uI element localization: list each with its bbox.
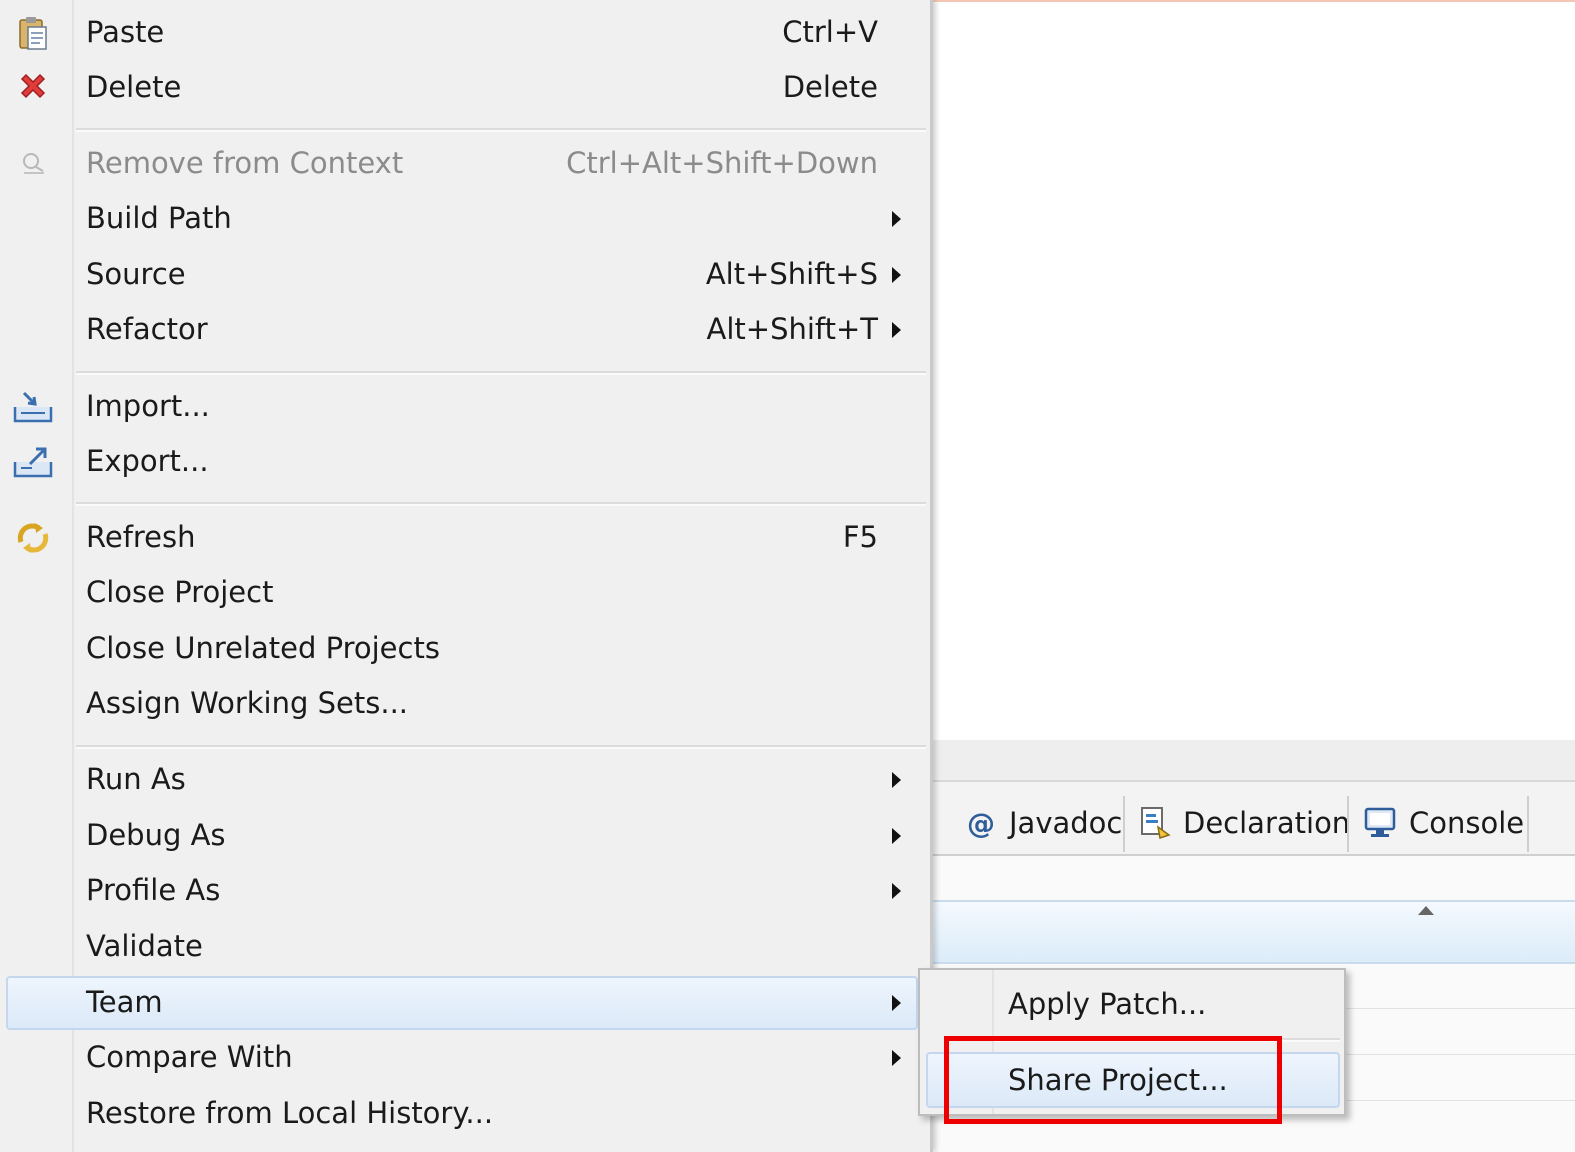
menu-item-label: Export...: [86, 444, 209, 478]
menu-item-shortcut: Alt+Shift+T: [706, 312, 879, 346]
submenu-arrow-icon: [892, 883, 901, 899]
menu-item-shortcut: Delete: [782, 70, 878, 104]
menu-item-delete[interactable]: Delete Delete: [0, 61, 928, 115]
submenu-item-apply-patch[interactable]: Apply Patch...: [926, 976, 1340, 1032]
menu-item-assign-working-sets[interactable]: Assign Working Sets...: [0, 677, 928, 731]
context-menu: Paste Ctrl+V Delete Delete Remove from C…: [0, 0, 933, 1152]
menu-item-profile-as[interactable]: Profile As: [0, 864, 928, 918]
collapse-caret-icon[interactable]: [1418, 906, 1434, 915]
editor-area: [933, 2, 1575, 740]
menu-item-shortcut: Ctrl+Alt+Shift+Down: [566, 146, 878, 180]
menu-item-label: Paste: [86, 15, 165, 49]
submenu-arrow-icon: [892, 995, 901, 1011]
menu-separator: [76, 745, 926, 749]
annotation-highlight-box: [944, 1036, 1282, 1124]
menu-item-run-as[interactable]: Run As: [0, 753, 928, 807]
submenu-arrow-icon: [892, 1050, 901, 1066]
menu-item-restore-from-local-history[interactable]: Restore from Local History...: [0, 1087, 928, 1141]
menu-item-label: Refresh: [86, 520, 196, 554]
view-tab-bar: @ Javadoc Declaration Console: [933, 782, 1575, 856]
menu-item-shortcut: Alt+Shift+S: [705, 257, 878, 291]
menu-item-label: Compare With: [86, 1040, 293, 1074]
table-header-row: [933, 900, 1575, 964]
tab-javadoc[interactable]: @ Javadoc: [963, 794, 1122, 852]
submenu-arrow-icon: [892, 772, 901, 788]
menu-item-shortcut: F5: [842, 520, 878, 554]
menu-item-close-project[interactable]: Close Project: [0, 566, 928, 620]
menu-item-label: Validate: [86, 929, 203, 963]
submenu-arrow-icon: [892, 267, 901, 283]
export-icon: [10, 443, 56, 481]
menu-item-build-path[interactable]: Build Path: [0, 192, 928, 246]
submenu-arrow-icon: [892, 211, 901, 227]
menu-item-label: Close Project: [86, 575, 274, 609]
menu-item-label: Restore from Local History...: [86, 1096, 494, 1130]
pane-sash[interactable]: [933, 740, 1575, 782]
tab-label: Javadoc: [1009, 806, 1123, 840]
menu-item-import[interactable]: Import...: [0, 380, 928, 434]
menu-separator: [76, 371, 926, 375]
tab-label: Declaration: [1183, 806, 1351, 840]
menu-item-label: Remove from Context: [86, 146, 404, 180]
menu-item-remove-from-context: Remove from Context Ctrl+Alt+Shift+Down: [0, 137, 928, 191]
javadoc-icon: @: [967, 806, 995, 840]
tab-divider: [1123, 796, 1125, 852]
menu-item-validate[interactable]: Validate: [0, 920, 928, 974]
delete-icon: [10, 69, 56, 107]
menu-item-label: Assign Working Sets...: [86, 686, 409, 720]
menu-item-label: Close Unrelated Projects: [86, 631, 440, 665]
menu-item-label: Apply Patch...: [1008, 987, 1207, 1021]
menu-item-close-unrelated-projects[interactable]: Close Unrelated Projects: [0, 622, 928, 676]
menu-item-refactor[interactable]: Refactor Alt+Shift+T: [0, 303, 928, 357]
tab-label: Console: [1409, 806, 1525, 840]
menu-item-export[interactable]: Export...: [0, 435, 928, 489]
menu-item-label: Build Path: [86, 201, 232, 235]
menu-item-debug-as[interactable]: Debug As: [0, 809, 928, 863]
menu-item-shortcut: Ctrl+V: [782, 15, 878, 49]
declaration-icon: [1137, 805, 1173, 841]
menu-item-label: Debug As: [86, 818, 226, 852]
menu-separator: [76, 502, 926, 506]
menu-item-team[interactable]: Team: [6, 976, 918, 1030]
menu-item-compare-with[interactable]: Compare With: [0, 1031, 928, 1085]
menu-item-label: Import...: [86, 389, 210, 423]
submenu-arrow-icon: [892, 828, 901, 844]
menu-item-label: Team: [86, 985, 163, 1019]
submenu-arrow-icon: [892, 322, 901, 338]
menu-item-paste[interactable]: Paste Ctrl+V: [0, 6, 928, 60]
paste-icon: [10, 14, 56, 52]
menu-item-label: Delete: [86, 70, 182, 104]
tab-declaration[interactable]: Declaration: [1137, 794, 1350, 852]
menu-separator: [76, 128, 926, 132]
tab-divider: [1347, 796, 1349, 852]
import-icon: [10, 388, 56, 426]
menu-item-refresh[interactable]: Refresh F5: [0, 511, 928, 565]
menu-item-label: Profile As: [86, 873, 221, 907]
console-icon: [1363, 805, 1399, 841]
refresh-icon: [10, 519, 56, 557]
menu-item-label: Refactor: [86, 312, 208, 346]
menu-item-label: Run As: [86, 762, 186, 796]
remove-context-icon: [10, 145, 56, 183]
tab-divider: [1527, 796, 1529, 852]
menu-item-source[interactable]: Source Alt+Shift+S: [0, 248, 928, 302]
tab-console[interactable]: Console: [1363, 794, 1524, 852]
menu-item-label: Source: [86, 257, 186, 291]
